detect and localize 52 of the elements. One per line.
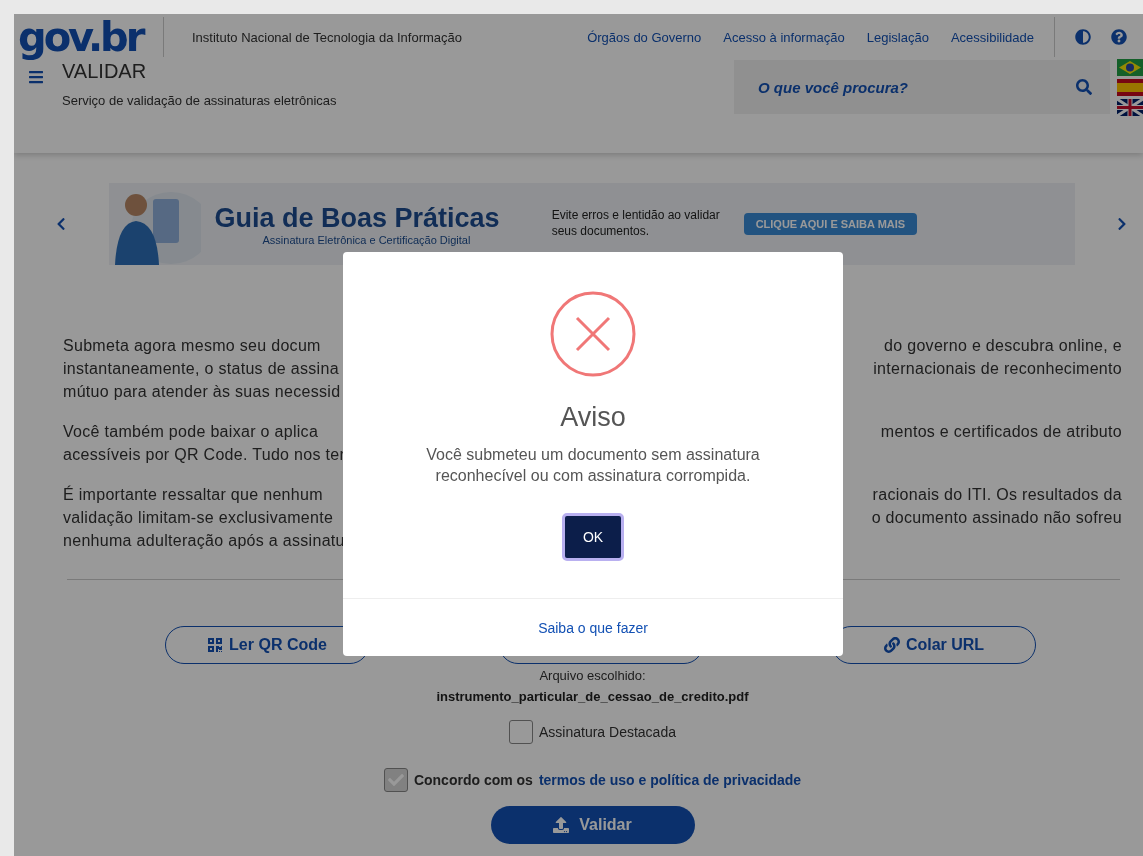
banner-title: Guia de Boas Práticas (214, 202, 500, 234)
paragraph-text: racionais do ITI. Os resultados da (872, 486, 1122, 505)
paragraph-text: mentos e certificados de atributo (880, 423, 1122, 442)
checkbox-label: Assinatura Destacada (539, 724, 676, 740)
help-icon[interactable] (1111, 29, 1127, 45)
banner-card[interactable]: Guia de Boas Práticas Assinatura Eletrônica e Certificação Digital Evite erros e lentidão ao validar seus documentos. CLIQUE AQUI E SAIBA MAIS (108, 183, 1075, 265)
paragraph-text: do governo e descubra online, e (884, 337, 1122, 356)
terms-link[interactable]: termos de uso e política de privacidade (538, 772, 802, 788)
nav-link[interactable]: Legislação (866, 29, 929, 45)
paragraph-text: internacionais de reconhecimento (873, 360, 1122, 379)
search-icon[interactable] (1076, 79, 1092, 95)
nav-link[interactable]: Acesso à informação (723, 29, 845, 45)
nav-link[interactable]: Órgãos do Governo (587, 29, 702, 45)
page-subtitle: Serviço de validação de assinaturas eletrônicas (62, 93, 337, 108)
error-icon (549, 290, 637, 378)
help-link[interactable]: Saiba o que fazer (538, 619, 648, 636)
paragraph-text: Submeta agora mesmo seu docum (63, 337, 321, 356)
link-icon (883, 637, 900, 653)
paragraph-text: o documento assinado não sofreu (871, 509, 1122, 528)
paragraph-text: nenhuma adulteração após a assinatu (63, 532, 345, 551)
banner-note: Evite erros e lentidão ao validar seus documentos. (551, 208, 721, 240)
banner-cta[interactable]: CLIQUE AQUI E SAIBA MAIS (743, 213, 918, 235)
banner-subtitle: Assinatura Eletrônica e Certificação Digital (262, 233, 472, 246)
file-caption: Arquivo escolhido: (539, 668, 646, 683)
checkbox[interactable] (509, 720, 533, 744)
checkbox[interactable] (383, 768, 408, 792)
flag-icon[interactable] (1117, 79, 1143, 96)
paragraph-text: Você também pode baixar o aplica (63, 423, 319, 442)
paragraph-text: É importante ressaltar que nenhum (63, 486, 323, 505)
paragraph-text: validação limitam-se exclusivamente (63, 509, 334, 528)
contrast-icon[interactable] (1075, 29, 1091, 45)
flag-icon[interactable] (1117, 59, 1143, 76)
flag-icon[interactable] (1117, 99, 1143, 116)
file-name: instrumento_particular_de_cessao_de_credito.pdf (436, 689, 749, 704)
logo[interactable]: gov.br (18, 14, 153, 60)
upload-icon (553, 817, 570, 833)
dialog-title: Aviso (560, 402, 626, 433)
ok-button[interactable]: OK (562, 512, 624, 561)
institution-name: Instituto Nacional de Tecnologia da Informação (192, 29, 464, 45)
qr-code-icon (207, 637, 224, 653)
menu-icon[interactable] (28, 69, 44, 85)
page-title: VALIDAR (62, 60, 148, 83)
validate-button[interactable]: Validar (490, 806, 695, 844)
search-box[interactable]: O que você procura? (734, 60, 1110, 114)
check-icon (387, 772, 404, 788)
paragraph-text: mútuo para atender às suas necessid (63, 383, 341, 402)
paragraph-text: acessíveis por QR Code. Tudo nos ter (63, 446, 346, 465)
paragraph-text: instantaneamente, o status de assina (63, 360, 339, 379)
terms-label: Concordo com os (413, 772, 533, 788)
nav-link[interactable]: Acessibilidade (950, 29, 1034, 45)
dialog-message: Você submeteu um documento sem assinatura reconhecível ou com assinatura corrompida. (425, 445, 761, 486)
search-field[interactable]: O que você procura? (756, 77, 1076, 97)
